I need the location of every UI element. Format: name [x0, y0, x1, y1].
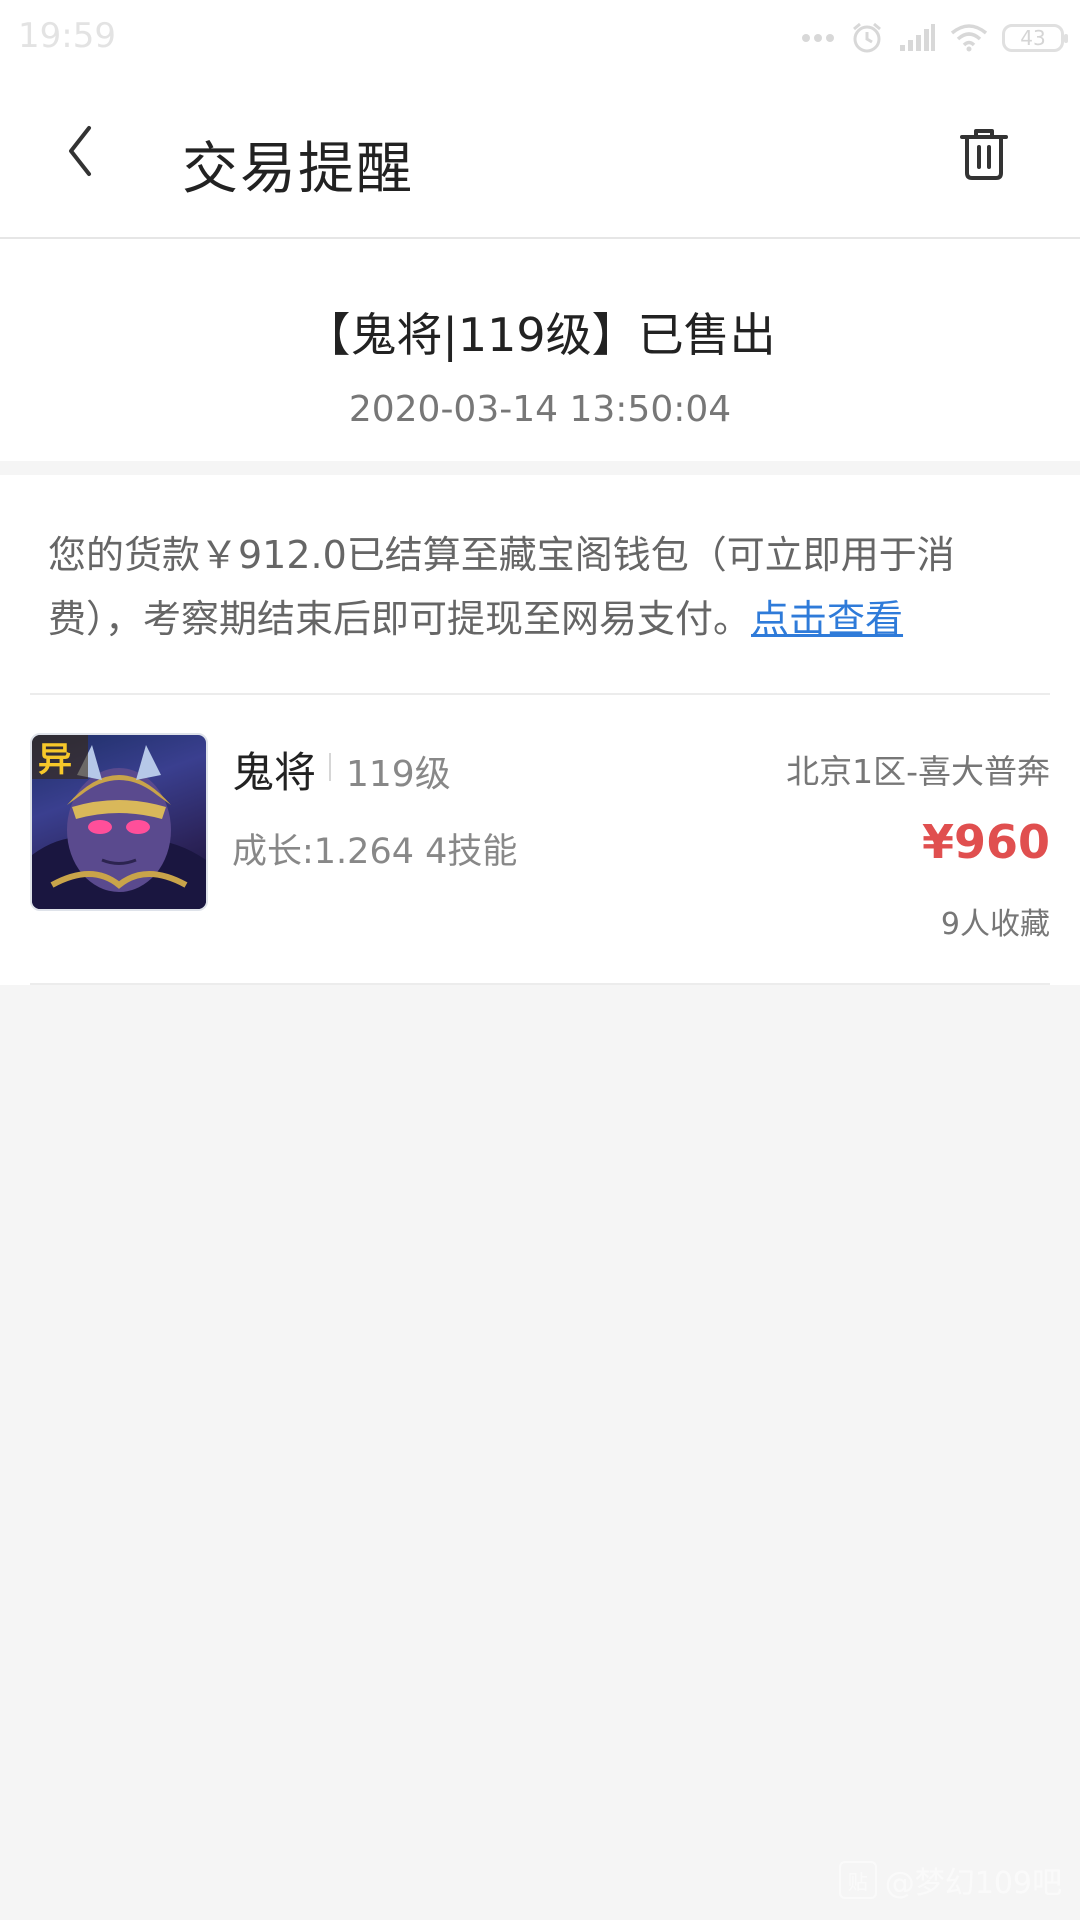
trash-icon: [959, 127, 1009, 185]
item-level: 119级: [346, 754, 451, 795]
item-row[interactable]: 异 鬼将 119级 成长:1.264 4技能 北京1区-喜大普奔 ¥960 9人…: [0, 693, 1080, 981]
status-time: 19:59: [18, 16, 116, 56]
watermark-badge: 贴: [838, 1861, 877, 1899]
item-rarity-badge: 异: [38, 740, 72, 780]
watermark-text: @梦幻109吧: [884, 1866, 1062, 1901]
item-price: ¥960: [921, 815, 1050, 869]
notice-detail-text: 您的货款￥912.0已结算至藏宝阁钱包（可立即用于消费），考察期结束后即可提现至…: [48, 523, 1038, 651]
alarm-icon: [850, 21, 884, 55]
watermark: 贴 @梦幻109吧: [838, 1858, 1062, 1902]
status-bar: 19:59 43: [0, 0, 1080, 76]
item-name: 鬼将: [232, 748, 317, 797]
header: 交易提醒: [0, 76, 1080, 239]
item-favorites: 9人收藏: [940, 907, 1050, 942]
back-button[interactable]: [50, 118, 110, 188]
notice-time: 2020-03-14 13:50:04: [348, 389, 732, 430]
delete-button[interactable]: [954, 126, 1014, 186]
notice-header: 【鬼将|119级】已售出 2020-03-14 13:50:04: [0, 239, 1080, 461]
status-icons: 43: [800, 18, 1068, 58]
chevron-left-icon: [65, 125, 95, 181]
divider: [30, 983, 1050, 985]
item-avatar: 异: [30, 733, 208, 911]
wifi-icon: [950, 23, 988, 53]
notice-detail-card: 您的货款￥912.0已结算至藏宝阁钱包（可立即用于消费），考察期结束后即可提现至…: [0, 475, 1080, 985]
view-details-link[interactable]: 点击查看: [751, 597, 903, 641]
signal-icon: [898, 23, 936, 53]
name-separator: [329, 753, 331, 781]
item-growth: 成长:1.264 4技能: [232, 832, 518, 872]
battery-icon: 43: [1002, 24, 1068, 52]
item-server: 北京1区-喜大普奔: [786, 752, 1050, 791]
notice-title: 【鬼将|119级】已售出: [304, 308, 776, 362]
more-dots-icon: [800, 32, 836, 44]
page-title: 交易提醒: [182, 137, 414, 202]
